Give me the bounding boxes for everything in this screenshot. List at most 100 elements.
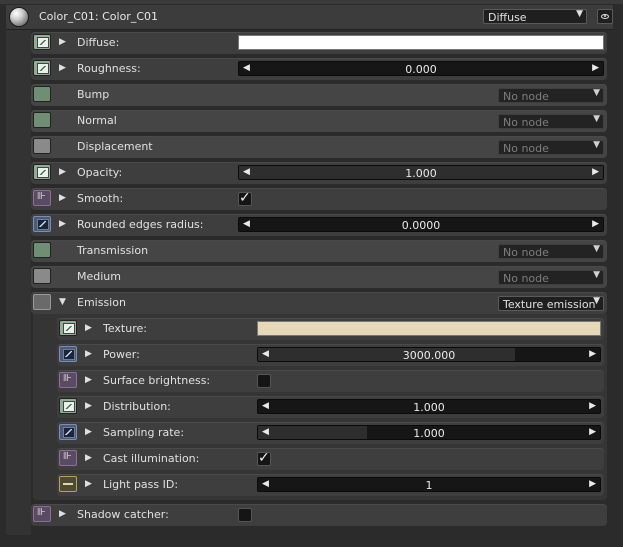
- displacement-node-dropdown[interactable]: No node ▼: [498, 140, 604, 155]
- increment-arrow-icon[interactable]: ▶: [592, 219, 599, 229]
- normal-node-value: No node: [503, 116, 549, 129]
- increment-arrow-icon[interactable]: ▶: [592, 63, 599, 73]
- texture-color-swatch[interactable]: [257, 321, 601, 336]
- normal-label: Normal: [77, 114, 117, 127]
- expand-right-icon[interactable]: ▶: [59, 219, 66, 229]
- expand-right-icon[interactable]: ▶: [59, 193, 66, 203]
- expand-right-icon[interactable]: ▶: [85, 453, 92, 463]
- light-pass-id-value: 1: [425, 479, 433, 492]
- cast-illumination-checkbox[interactable]: ✓: [257, 450, 271, 466]
- light-pass-id-slider[interactable]: ◀ 1 ▶: [257, 477, 601, 492]
- top-strip: [0, 0, 623, 4]
- texture-pin-icon[interactable]: [33, 34, 51, 50]
- texture-pin-icon[interactable]: [59, 398, 77, 414]
- bool-pin-icon[interactable]: [33, 506, 51, 522]
- emission-pin-icon[interactable]: [33, 294, 51, 310]
- roughness-value: 0.000: [405, 63, 437, 76]
- expand-right-icon[interactable]: ▶: [59, 509, 66, 519]
- row-smooth: ▶ Smooth: ✓: [31, 188, 607, 210]
- distribution-label: Distribution:: [103, 400, 171, 413]
- bool-pin-icon[interactable]: [59, 372, 77, 388]
- material-preview-icon[interactable]: [9, 7, 29, 27]
- increment-arrow-icon[interactable]: ▶: [592, 167, 599, 177]
- node-pin-icon[interactable]: [33, 86, 51, 102]
- row-distribution: ▶ Distribution: ◀ 1.000 ▶: [57, 396, 604, 418]
- node-pin-icon[interactable]: [33, 112, 51, 128]
- node-pin-icon[interactable]: [33, 268, 51, 284]
- power-slider[interactable]: ◀ 3000.000 ▶: [257, 347, 601, 362]
- expand-right-icon[interactable]: ▶: [59, 63, 66, 73]
- node-pin-icon[interactable]: [33, 242, 51, 258]
- expand-right-icon[interactable]: ▶: [59, 37, 66, 47]
- increment-arrow-icon[interactable]: ▶: [589, 401, 596, 411]
- sampling-rate-label: Sampling rate:: [103, 426, 185, 439]
- material-type-value: Diffuse: [488, 11, 527, 24]
- node-pin-icon[interactable]: [33, 138, 51, 154]
- normal-node-dropdown[interactable]: No node ▼: [498, 114, 604, 129]
- rounded-edges-label: Rounded edges radius:: [77, 218, 204, 231]
- roughness-slider[interactable]: ◀ 0.000 ▶: [238, 61, 604, 76]
- opacity-slider[interactable]: ◀ 1.000 ▶: [238, 165, 604, 180]
- material-title: Color_C01: Color_C01: [39, 10, 158, 23]
- row-roughness: ▶ Roughness: ◀ 0.000 ▶: [31, 58, 607, 80]
- shadow-catcher-checkbox[interactable]: [238, 508, 252, 522]
- material-type-dropdown[interactable]: Diffuse ▼: [483, 9, 587, 24]
- distribution-slider[interactable]: ◀ 1.000 ▶: [257, 399, 601, 414]
- roughness-label: Roughness:: [77, 62, 141, 75]
- sampling-rate-slider[interactable]: ◀ 1.000 ▶: [257, 425, 601, 440]
- chevron-down-icon: ▼: [593, 114, 600, 124]
- checkmark-icon: ✓: [239, 190, 251, 206]
- texture-pin-icon[interactable]: [33, 60, 51, 76]
- medium-node-dropdown[interactable]: No node ▼: [498, 270, 604, 285]
- diffuse-label: Diffuse:: [77, 36, 120, 49]
- rounded-edges-value: 0.0000: [401, 219, 441, 232]
- row-surface-brightness: ▶ Surface brightness:: [57, 370, 604, 392]
- displacement-label: Displacement: [77, 140, 153, 153]
- expand-down-icon[interactable]: ▼: [59, 297, 66, 307]
- texture-pin-icon[interactable]: [59, 320, 77, 336]
- bool-pin-icon[interactable]: [59, 450, 77, 466]
- float-pin-icon[interactable]: [33, 216, 51, 232]
- expand-right-icon[interactable]: ▶: [59, 167, 66, 177]
- row-shadow-catcher: ▶ Shadow catcher:: [31, 504, 607, 526]
- rounded-edges-slider[interactable]: ◀ 0.0000 ▶: [238, 217, 604, 232]
- increment-arrow-icon[interactable]: ▶: [589, 479, 596, 489]
- row-cast-illumination: ▶ Cast illumination: ✓: [57, 448, 604, 470]
- light-pass-id-label: Light pass ID:: [103, 478, 179, 491]
- transmission-node-dropdown[interactable]: No node ▼: [498, 244, 604, 259]
- smooth-checkbox[interactable]: ✓: [238, 190, 252, 206]
- float-pin-icon[interactable]: [59, 346, 77, 362]
- row-transmission: Transmission No node ▼: [31, 240, 607, 262]
- row-diffuse: ▶ Diffuse:: [31, 32, 607, 54]
- transmission-label: Transmission: [77, 244, 149, 257]
- texture-pin-icon[interactable]: [33, 164, 51, 180]
- increment-arrow-icon[interactable]: ▶: [589, 349, 596, 359]
- chevron-down-icon: ▼: [593, 140, 600, 150]
- surface-brightness-checkbox[interactable]: [257, 374, 271, 388]
- increment-arrow-icon[interactable]: ▶: [589, 427, 596, 437]
- chevron-down-icon: ▼: [593, 244, 600, 254]
- bump-node-dropdown[interactable]: No node ▼: [498, 88, 604, 103]
- expand-right-icon[interactable]: ▶: [85, 349, 92, 359]
- expand-right-icon[interactable]: ▶: [85, 375, 92, 385]
- eye-toggle-button[interactable]: [597, 9, 613, 24]
- float-pin-icon[interactable]: [59, 424, 77, 440]
- bump-node-value: No node: [503, 90, 549, 103]
- diffuse-color-swatch[interactable]: [238, 35, 604, 50]
- opacity-label: Opacity:: [77, 166, 123, 179]
- material-header: Color_C01: Color_C01 Diffuse ▼: [6, 5, 613, 30]
- int-pin-icon[interactable]: [59, 476, 77, 492]
- row-opacity: ▶ Opacity: ◀ 1.000 ▶: [31, 162, 607, 184]
- expand-right-icon[interactable]: ▶: [85, 427, 92, 437]
- bool-pin-icon[interactable]: [33, 190, 51, 206]
- medium-node-value: No node: [503, 272, 549, 285]
- expand-right-icon[interactable]: ▶: [85, 479, 92, 489]
- chevron-down-icon: ▼: [593, 270, 600, 280]
- expand-right-icon[interactable]: ▶: [85, 323, 92, 333]
- emission-type-dropdown[interactable]: Texture emission ▼: [498, 296, 604, 311]
- opacity-value: 1.000: [405, 167, 437, 180]
- sampling-rate-value: 1.000: [413, 427, 445, 440]
- expand-right-icon[interactable]: ▶: [85, 401, 92, 411]
- power-value: 3000.000: [402, 349, 456, 362]
- row-emission: ▼ Emission Texture emission ▼: [31, 292, 607, 314]
